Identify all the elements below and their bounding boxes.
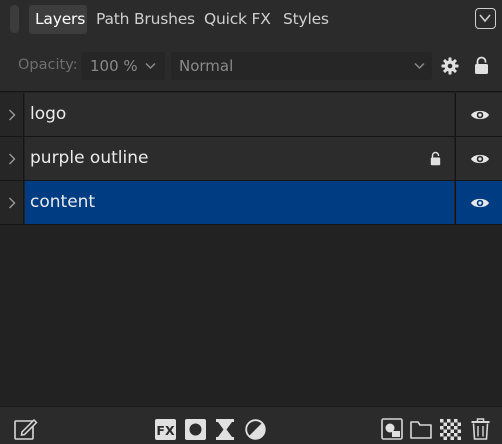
layer-visibility-toggle[interactable] [455,93,502,136]
mask-icon[interactable] [185,419,206,440]
eye-icon [471,154,489,164]
layer-row[interactable]: purple outline [0,137,502,181]
layer-expand-toggle[interactable] [0,181,24,224]
halftone-icon[interactable] [245,419,266,440]
layers-empty-area[interactable] [0,225,502,406]
opacity-dropdown[interactable]: 100 % [81,52,165,80]
layer-visibility-toggle[interactable] [455,137,502,180]
tab-path-brushes[interactable]: Path Brushes [90,5,201,34]
fx-icon[interactable]: FX [155,419,176,440]
lock-icon[interactable] [430,151,441,166]
panel-drag-handle[interactable] [10,5,19,33]
eye-icon [471,110,489,120]
gear-icon[interactable] [441,57,459,75]
layer-name: purple outline [30,148,149,168]
chevron-down-icon [414,62,425,70]
panel-menu-button[interactable] [475,8,496,29]
layer-row[interactable]: logo [0,93,502,137]
layer-name: content [30,192,96,212]
layer-controls-bar: Opacity: 100 % Normal [0,40,502,92]
svg-text:FX: FX [156,423,175,438]
chevron-down-icon [479,14,491,23]
add-pixel-layer-icon[interactable] [381,418,403,440]
transparency-icon[interactable] [440,419,461,440]
layer-name: logo [30,104,67,124]
tab-quick-fx[interactable]: Quick FX [198,5,277,34]
layer-name-cell[interactable]: purple outline [25,137,454,180]
opacity-value: 100 % [90,57,138,75]
layer-expand-toggle[interactable] [0,93,24,136]
opacity-label: Opacity: [18,57,78,73]
tab-styles[interactable]: Styles [277,5,335,34]
panel-tab-bar: Layers Path Brushes Quick FX Styles [0,0,502,40]
chevron-right-icon [9,153,16,165]
blend-mode-value: Normal [179,57,234,75]
lock-icon[interactable] [474,56,489,75]
chevron-right-icon [9,109,16,121]
layer-name-cell[interactable]: logo [25,93,454,136]
chevron-right-icon [9,197,16,209]
edit-icon[interactable] [14,418,38,441]
layer-expand-toggle[interactable] [0,137,24,180]
layer-name-cell[interactable]: content [25,181,454,224]
add-group-icon[interactable] [410,419,432,439]
layer-visibility-toggle[interactable] [455,181,502,224]
delete-icon[interactable] [471,418,490,440]
chevron-down-icon [145,62,156,70]
eye-icon [471,198,489,208]
layer-row-selected[interactable]: content [0,181,502,225]
layers-bottom-toolbar: FX [0,406,502,444]
adjustment-icon[interactable] [216,419,234,440]
tab-layers[interactable]: Layers [29,5,87,34]
blend-mode-dropdown[interactable]: Normal [171,52,432,80]
